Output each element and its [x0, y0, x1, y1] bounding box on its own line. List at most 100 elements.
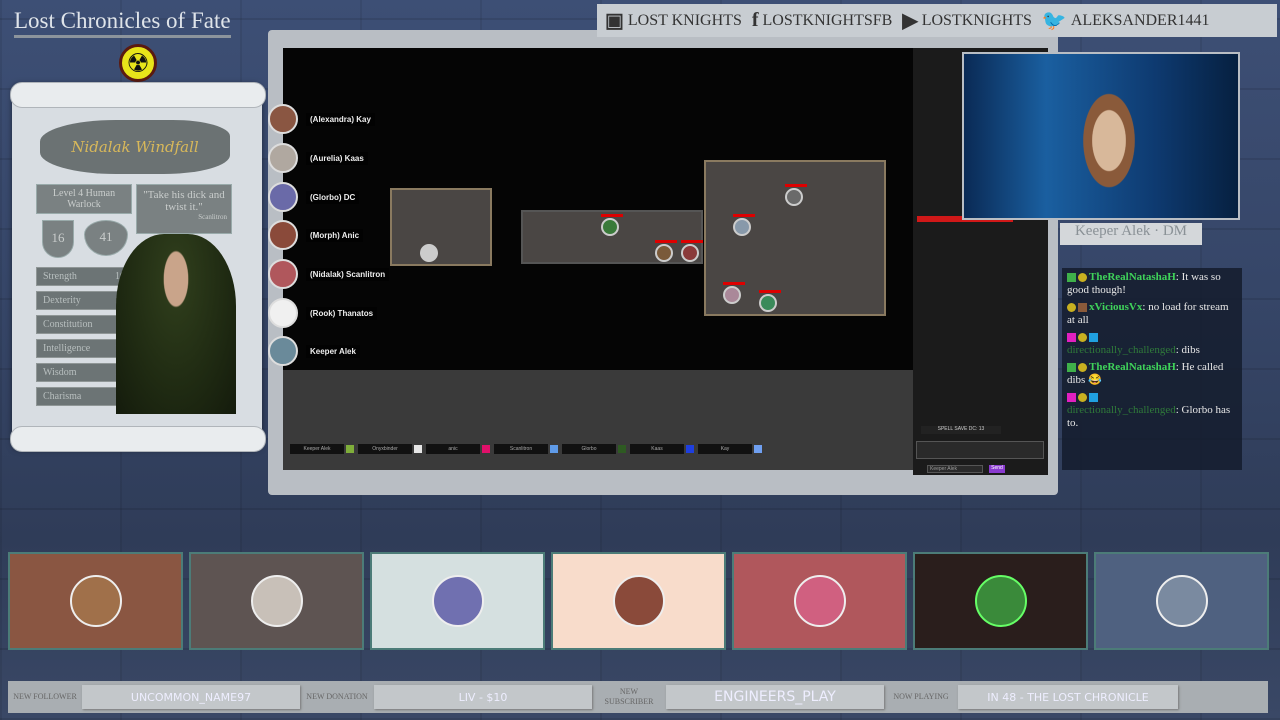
player-bar-name: Kaas [630, 444, 684, 454]
ticker-value: LIV - $10 [374, 685, 592, 709]
player-bar-item[interactable]: Scanlitron [494, 444, 558, 454]
avatar [250, 575, 303, 627]
player-card [189, 552, 364, 650]
avatar [793, 575, 846, 627]
moderator-badge-icon [1067, 272, 1076, 282]
player-card [8, 552, 183, 650]
character-name: Nidalak Windfall [40, 120, 230, 174]
player-entry[interactable]: (Morph) Anic [268, 220, 364, 250]
chat-message: TheRealNatashaH: He called dibs 😂 [1067, 361, 1224, 386]
player-card [551, 552, 726, 650]
player-name: (Nidalak) Scanlitron [306, 267, 390, 281]
player-bar-name: Keeper Alek [290, 444, 344, 454]
player-bar-item[interactable]: Kay [698, 444, 762, 454]
player-cards [8, 552, 1269, 650]
player-entry[interactable]: (Nidalak) Scanlitron [268, 259, 390, 289]
webcam-feed [962, 52, 1240, 222]
player-name: (Rook) Thanatos [306, 306, 378, 320]
player-bar-item[interactable]: Kaas [630, 444, 694, 454]
player-name: (Alexandra) Kay [306, 112, 375, 126]
overlay-title: Lost Chronicles of Fate [14, 8, 231, 38]
map-token[interactable] [723, 282, 745, 304]
player-name: (Morph) Anic [306, 228, 364, 242]
player-bar-item[interactable]: Onyxbinder [358, 444, 422, 454]
chat-input[interactable] [916, 441, 1044, 459]
map-token[interactable] [655, 240, 677, 262]
ticker-label: NEW SUBSCRIBER [604, 687, 654, 706]
social-twitch[interactable]: ▣ LOST KNIGHTS [605, 8, 742, 33]
social-facebook[interactable]: f LOSTKNIGHTSFB [752, 9, 892, 32]
player-entry[interactable]: Keeper Alek [268, 336, 360, 366]
map-token[interactable] [601, 214, 623, 236]
player-entry[interactable]: (Aurelia) Kaas [268, 143, 368, 173]
spell-save-button[interactable]: SPELL SAVE DC: 13 [921, 426, 1001, 434]
vtt-map-canvas[interactable] [283, 48, 913, 370]
radiation-badge-icon [1078, 362, 1087, 372]
send-button[interactable]: Send [989, 465, 1005, 473]
player-card [913, 552, 1088, 650]
social-label: LOSTKNIGHTSFB [762, 11, 893, 29]
stream-chat: TheRealNatashaH: It was so good though! … [1062, 268, 1242, 470]
avatar [69, 575, 122, 627]
player-color-swatch [414, 445, 422, 453]
map-token[interactable] [733, 214, 755, 236]
player-bar-item[interactable]: Keeper Alek [290, 444, 354, 454]
quote-text: "Take his dick and twist it." [143, 189, 225, 213]
avatar [431, 575, 484, 627]
social-bar: ▣ LOST KNIGHTS f LOSTKNIGHTSFB ▶ LOSTKNIGHT… [597, 4, 1277, 37]
player-card [1094, 552, 1269, 650]
player-bar-name: Onyxbinder [358, 444, 412, 454]
ticker-label: NEW DONATION [306, 692, 368, 701]
map-token[interactable] [759, 290, 781, 312]
player-bar-name: Scanlitron [494, 444, 548, 454]
player-entry[interactable]: (Rook) Thanatos [268, 298, 378, 328]
moderator-badge-icon [1067, 362, 1076, 372]
vtt-player-bar: Keeper Alek Onyxbinder anic Scanlitron G… [290, 444, 762, 454]
character-sheet-scroll: Nidalak Windfall Level 4 Human Warlock "… [10, 82, 266, 452]
social-youtube[interactable]: ▶ LOSTKNIGHTS [902, 8, 1032, 33]
avatar [268, 182, 298, 212]
player-color-swatch [346, 445, 354, 453]
gem-badge-icon [1067, 392, 1076, 402]
player-name: (Glorbo) DC [306, 190, 360, 204]
vtt-empty-area [283, 370, 913, 470]
ticker-label: NOW PLAYING [893, 692, 949, 701]
chat-username[interactable]: directionally_challenged [1067, 404, 1176, 416]
prime-badge-icon [1089, 392, 1098, 402]
stat-label: Intelligence [43, 343, 91, 354]
chat-username[interactable]: xViciousVx [1089, 301, 1142, 313]
ticker-label: NEW FOLLOWER [13, 692, 77, 701]
radiation-badge-icon [1067, 302, 1076, 312]
player-card [370, 552, 545, 650]
youtube-icon: ▶ [902, 10, 918, 32]
player-entry[interactable]: (Alexandra) Kay [268, 104, 375, 134]
avatar [268, 298, 298, 328]
social-twitter[interactable]: 🐦 ALEKSANDER1441 [1042, 8, 1210, 33]
map-token[interactable] [420, 244, 438, 262]
player-bar-item[interactable]: Glorbo [562, 444, 626, 454]
map-token[interactable] [785, 184, 807, 206]
player-entry[interactable]: (Glorbo) DC [268, 182, 360, 212]
player-color-swatch [482, 445, 490, 453]
gem-badge-icon [1067, 332, 1076, 342]
radiation-badge-icon [1078, 332, 1087, 342]
event-ticker: NEW FOLLOWER UNCOMMON_NAME97 NEW DONATION… [8, 681, 1268, 713]
player-color-swatch [550, 445, 558, 453]
radiation-badge-icon [1078, 392, 1087, 402]
twitch-icon: ▣ [605, 10, 624, 32]
chat-username[interactable]: directionally_challenged [1067, 344, 1176, 356]
facebook-icon: f [751, 9, 759, 31]
player-bar-item[interactable]: anic [426, 444, 490, 454]
avatar [612, 575, 665, 627]
player-bar-name: Glorbo [562, 444, 616, 454]
character-portrait [116, 234, 236, 414]
speaking-as-select[interactable]: Keeper Alek [927, 465, 983, 473]
chat-username[interactable]: TheRealNatashaH [1089, 361, 1176, 373]
stat-label: Strength [43, 271, 77, 282]
ticker-value: ENGINEERS_PLAY [666, 685, 884, 709]
social-label: LOSTKNIGHTS [921, 11, 1032, 29]
social-label: LOST KNIGHTS [627, 11, 742, 29]
armor-class-shield: 16 [42, 220, 74, 258]
map-token[interactable] [681, 240, 703, 262]
chat-username[interactable]: TheRealNatashaH [1089, 271, 1176, 283]
